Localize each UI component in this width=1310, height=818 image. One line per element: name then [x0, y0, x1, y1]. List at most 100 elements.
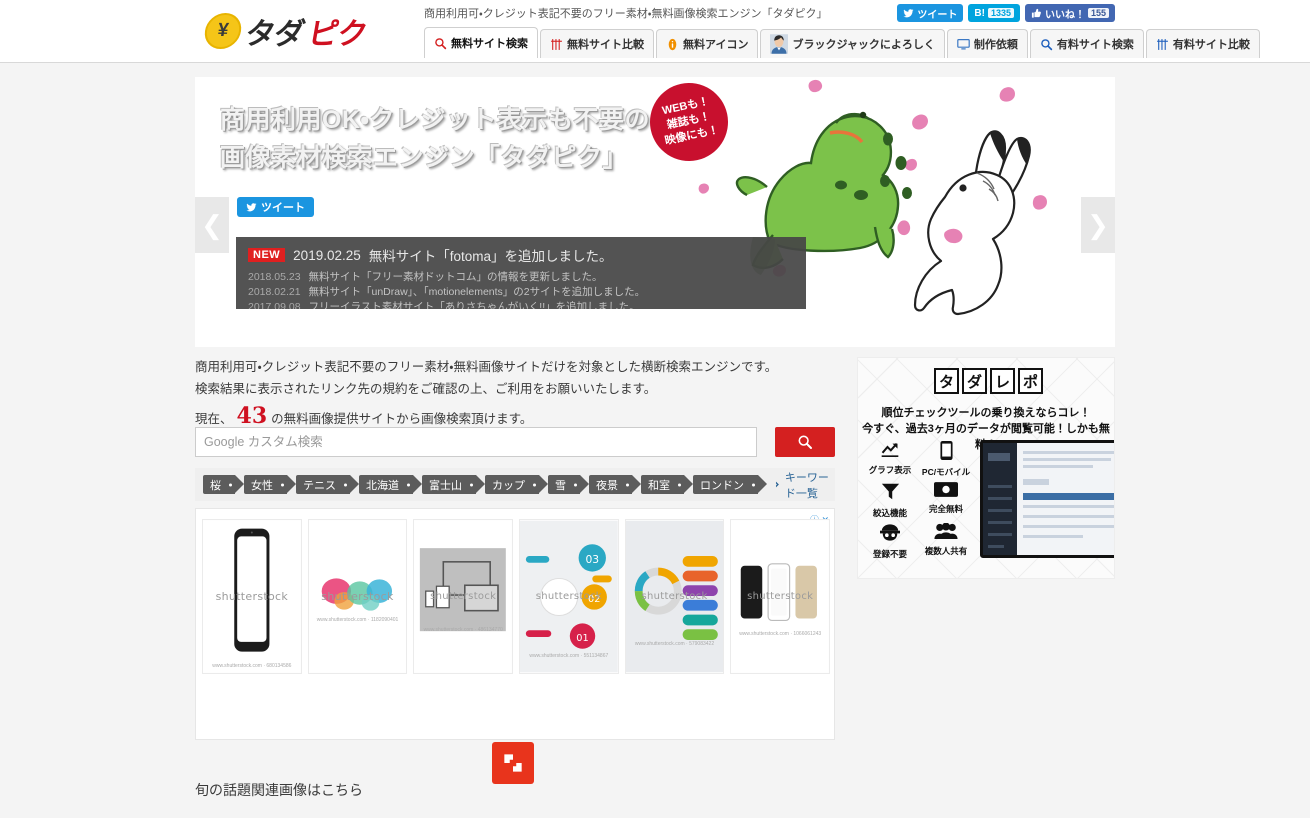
keyword-tag[interactable]: 雪 — [548, 475, 589, 494]
ad-image-url: www.shutterstock.com · 551134867 — [529, 653, 609, 659]
hatena-button-label: B! — [974, 7, 985, 19]
tweet-button-label: ツイート — [917, 9, 958, 21]
tadarepo-features: グラフ表示 PC/モバイル 絞込機能 完全無料 登録不要 複数人共有 — [862, 441, 974, 560]
site-header: ¥ タダ ピク 商用利用可・クレジット表記不要のフリー素材・無料画像検索エンジン… — [0, 0, 1310, 63]
site-description-line-1: 商用利用可・クレジット表記不要のフリー素材・無料画像サイトだけを対象とした横断検… — [195, 360, 778, 374]
keyword-list-link[interactable]: キーワード一覧 — [775, 469, 835, 501]
ad-image-infographic-list[interactable]: shutterstock www.shutterstock.com · 5790… — [624, 519, 725, 674]
tadarepo-feature-label: グラフ表示 — [868, 465, 912, 475]
thumbs-up-icon — [1031, 8, 1041, 18]
news-item-text: 無料サイト「unDraw」、「motionelements」の2サイトを追加しま… — [308, 286, 646, 299]
ad-image-color-blobs[interactable]: shutterstock www.shutterstock.com · 1182… — [307, 519, 408, 674]
site-count-line: 現在、 43 の無料画像提供サイトから画像検索頂けます。 — [195, 403, 532, 429]
keyword-tag[interactable]: 和室 — [641, 475, 693, 494]
hatena-button[interactable]: B! 1335 — [968, 4, 1020, 22]
facebook-like-label: いいね！ — [1044, 9, 1085, 21]
keyword-tag-label: 北海道 — [366, 479, 399, 492]
site-logo[interactable]: ¥ タダ ピク — [202, 10, 385, 52]
tab-label: ブラックジャックによろしく — [792, 39, 935, 51]
grid-blue-icon — [1156, 38, 1169, 51]
tab-label: 無料サイト検索 — [451, 38, 528, 50]
tadarepo-logo-char: ダ — [962, 368, 987, 394]
news-headline[interactable]: NEW 2019.02.25 無料サイト「fotoma」を追加しました。 — [248, 245, 794, 265]
tab-paid-site-compare[interactable]: 有料サイト比較 — [1145, 29, 1260, 58]
logo-text-tada: タダ — [242, 17, 307, 52]
tab-free-site-search[interactable]: 無料サイト検索 — [424, 27, 538, 58]
facebook-like-count: 155 — [1087, 8, 1109, 18]
hero-prev-arrow[interactable]: ❮ — [195, 197, 229, 253]
news-item[interactable]: 2018.05.23 無料サイト「フリー素材ドットコム」の情報を更新しました。 — [248, 270, 794, 285]
tab-production-request[interactable]: 制作依頼 — [946, 29, 1028, 58]
tab-label: 有料サイト検索 — [1056, 39, 1134, 51]
tab-paid-site-search[interactable]: 有料サイト検索 — [1029, 29, 1144, 58]
keyword-tag-label: 夜景 — [596, 479, 618, 492]
ad-image-url: www.shutterstock.com · 680134586 — [212, 663, 292, 669]
tadarepo-feature: 登録不要 — [862, 523, 918, 560]
main-nav-tabs: 無料サイト検索 無料サイト比較 無料アイコン ブラックジャックによろしく 制作依 — [424, 27, 1260, 58]
ad-image-phone-mockup[interactable]: shutterstock www.shutterstock.com · 6801… — [202, 519, 302, 674]
search-icon — [798, 435, 812, 449]
keyword-tag[interactable]: 夜景 — [589, 475, 641, 494]
tadarepo-logo-char: ポ — [1018, 368, 1043, 394]
magnifier-red-icon — [434, 37, 447, 50]
hero-next-arrow[interactable]: ❯ — [1081, 197, 1115, 253]
keyword-tag-label: ロンドン — [700, 479, 744, 492]
site-description-line-2: 検索結果に表示されたリンク先の規約をご確認の上、ご利用をお願いいたします。 — [195, 381, 657, 396]
search-input[interactable] — [195, 427, 757, 457]
hero-tweet-button[interactable]: ツイート — [237, 197, 314, 217]
keyword-tag-bar: 桜 女性 テニス 北海道 富士山 カップ 雪 夜景 和室 ロンドン キーワード一… — [195, 468, 835, 501]
keyword-tag-label: カップ — [492, 479, 525, 492]
tadarepo-logo-char: レ — [990, 368, 1015, 394]
svg-text:03: 03 — [585, 553, 599, 566]
tab-label: 無料サイト比較 — [567, 39, 644, 51]
tadarepo-feature: PC/モバイル — [918, 441, 974, 478]
header-tagline: 商用利用可・クレジット表記不要のフリー素材・無料画像検索エンジン「タダピク」 — [424, 8, 828, 20]
ad-image-device-set[interactable]: shutterstock www.shutterstock.com · 4861… — [413, 519, 514, 674]
tab-free-icon[interactable]: 無料アイコン — [656, 29, 759, 58]
keyword-tag[interactable]: 富士山 — [422, 475, 485, 494]
keyword-tag[interactable]: カップ — [485, 475, 548, 494]
avatar-icon — [770, 34, 789, 54]
tadarepo-screenshot — [980, 440, 1114, 558]
magnifier-blue-icon — [1040, 38, 1053, 51]
keyword-tag[interactable]: 桜 — [203, 475, 244, 494]
news-new-badge: NEW — [248, 248, 286, 262]
ad-image-url: www.shutterstock.com · 486134770 — [423, 627, 503, 633]
hero-slider: 商用利用OK・クレジット表示も不要の 画像素材検索エンジン「タダピク」 ツイート… — [195, 77, 1115, 347]
keyword-tag[interactable]: ロンドン — [693, 475, 767, 494]
shutterstock-ad[interactable]: ⓘ ✕ shutterstock www.shutterstock.com · … — [195, 508, 835, 784]
shutterstock-logo[interactable] — [492, 742, 534, 784]
tab-blackjack[interactable]: ブラックジャックによろしく — [760, 29, 945, 58]
site-description: 商用利用可・クレジット表記不要のフリー素材・無料画像サイトだけを対象とした横断検… — [195, 357, 855, 400]
tadarepo-tagline-1: 順位チェックツールの乗り換えならコレ！ — [881, 407, 1091, 419]
info-orange-icon — [666, 38, 679, 51]
tadarepo-feature-label: 登録不要 — [872, 549, 907, 559]
keyword-list-link-label: キーワード一覧 — [784, 471, 829, 500]
tadarepo-feature-label: 絞込機能 — [872, 508, 907, 518]
tab-label: 有料サイト比較 — [1172, 39, 1250, 51]
ad-image-infographic-steps[interactable]: 03 02 01 shutterstock www.shutterstock.c… — [519, 519, 619, 674]
ad-image-url: www.shutterstock.com · 1182090401 — [316, 617, 399, 623]
keyword-tag-label: 雪 — [555, 479, 566, 492]
ad-image-three-phones[interactable]: shutterstock www.shutterstock.com · 1066… — [730, 519, 831, 674]
keyword-tag[interactable]: テニス — [296, 475, 359, 494]
news-item[interactable]: 2018.02.21 無料サイト「unDraw」、「motionelements… — [248, 285, 794, 300]
facebook-like-button[interactable]: いいね！ 155 — [1024, 4, 1115, 22]
keyword-tag-label: テニス — [303, 479, 336, 492]
tadarepo-feature: 絞込機能 — [862, 482, 918, 519]
twitter-icon — [246, 202, 257, 211]
tab-free-site-compare[interactable]: 無料サイト比較 — [540, 29, 654, 58]
news-headline-text: 無料サイト「fotoma」を追加しました。 — [368, 249, 613, 264]
keyword-tag[interactable]: 北海道 — [359, 475, 422, 494]
social-buttons: ツイート B! 1335 いいね！ 155 — [897, 4, 1115, 22]
search-button[interactable] — [775, 427, 835, 457]
ad-watermark: shutterstock — [747, 591, 814, 602]
tadarepo-ad[interactable]: タ ダ レ ポ 順位チェックツールの乗り換えならコレ！ 今すぐ、過去3ヶ月のデー… — [857, 357, 1115, 579]
tadarepo-feature-label: 完全無料 — [928, 504, 963, 514]
monitor-icon — [957, 38, 970, 51]
chevron-right-icon — [775, 481, 779, 488]
keyword-tag[interactable]: 女性 — [244, 475, 296, 494]
tadarepo-feature: 完全無料 — [918, 482, 974, 519]
news-item[interactable]: 2017.09.08 フリーイラスト素材サイト「ありさちゃんがいく!!」を追加し… — [248, 300, 794, 309]
tweet-button[interactable]: ツイート — [897, 4, 964, 22]
